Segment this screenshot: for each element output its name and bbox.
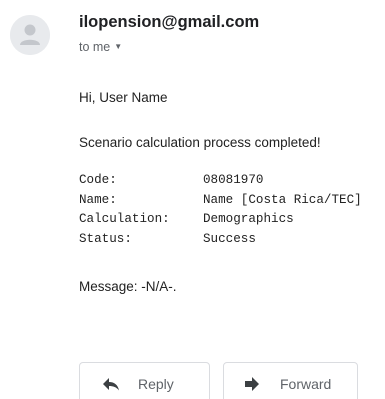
forward-button[interactable]: Forward — [223, 362, 358, 399]
detail-row-calculation: Calculation: Demographics — [79, 210, 362, 230]
sender-address: ilopension@gmail.com — [79, 13, 260, 31]
detail-key: Code: — [79, 173, 117, 187]
person-avatar-icon — [10, 15, 50, 55]
detail-key: Name: — [79, 192, 117, 207]
detail-row-name: Name: Name [Costa Rica/TEC] — [79, 191, 362, 211]
detail-key: Status: — [79, 231, 132, 246]
sender-avatar[interactable] — [10, 15, 50, 55]
details-block: Code: 08081970 Name: Name [Costa Rica/TEC]… — [79, 171, 362, 249]
status-text: Scenario calculation process completed! — [79, 135, 321, 150]
detail-value: 08081970 — [203, 173, 264, 187]
detail-value: Demographics — [203, 212, 294, 227]
forward-label: Forward — [280, 376, 332, 392]
detail-row-code: Code: 08081970 — [79, 171, 362, 191]
recipient-line[interactable]: to me ▼ — [79, 40, 122, 54]
greeting-text: Hi, User Name — [79, 90, 168, 105]
recipient-label: to me — [79, 40, 111, 54]
detail-value: Success — [203, 231, 256, 246]
reply-arrow-icon — [102, 377, 120, 391]
reply-button[interactable]: Reply — [79, 362, 210, 399]
detail-key: Calculation: — [79, 212, 170, 227]
detail-row-status: Status: Success — [79, 230, 362, 250]
forward-arrow-icon — [244, 377, 260, 391]
email-view: ilopension@gmail.com to me ▼ Hi, User Nam… — [0, 0, 385, 399]
detail-value: Name [Costa Rica/TEC] — [203, 192, 362, 207]
caret-down-icon[interactable]: ▼ — [114, 42, 122, 51]
reply-label: Reply — [138, 376, 174, 392]
message-text: Message: -N/A-. — [79, 279, 177, 294]
